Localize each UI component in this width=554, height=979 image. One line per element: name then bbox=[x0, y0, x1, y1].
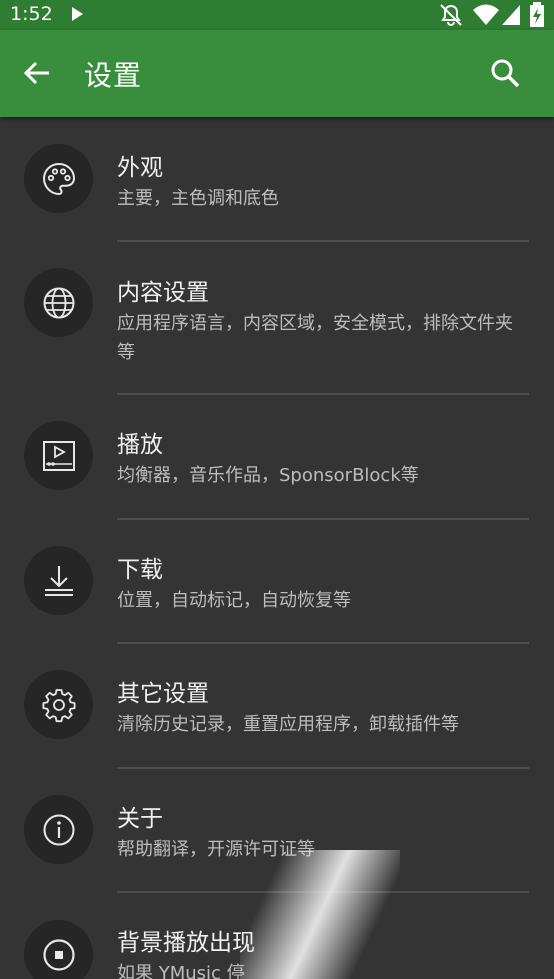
status-time: 1:52 bbox=[10, 3, 53, 25]
settings-item-other[interactable]: 其它设置 清除历史记录，重置应用程序，卸载插件等 bbox=[0, 644, 554, 768]
settings-item-background-playback[interactable]: 背景播放出现 如果 YMusic 停 bbox=[0, 893, 554, 979]
app-bar: 设置 bbox=[0, 30, 554, 117]
icon-container bbox=[24, 144, 93, 213]
status-bar: 1:52 bbox=[0, 0, 554, 30]
settings-item-subtitle: 主要，主色调和底色 bbox=[117, 188, 279, 209]
notifications-off-icon bbox=[440, 4, 462, 26]
search-button[interactable] bbox=[482, 50, 528, 96]
download-icon bbox=[44, 565, 73, 596]
icon-container bbox=[24, 268, 93, 337]
settings-item-title: 外观 bbox=[117, 155, 163, 181]
icon-container bbox=[24, 670, 93, 739]
wifi-icon bbox=[473, 4, 499, 25]
settings-item-playback[interactable]: 播放 均衡器，音乐作品，SponsorBlock等 bbox=[0, 395, 554, 519]
battery-charging-icon bbox=[530, 2, 544, 27]
stop-circle-icon bbox=[42, 938, 75, 971]
globe-icon bbox=[43, 287, 74, 318]
settings-item-appearance[interactable]: 外观 主要，主色调和底色 bbox=[0, 117, 554, 241]
playback-icon bbox=[42, 440, 75, 471]
settings-item-subtitle: 清除历史记录，重置应用程序，卸载插件等 bbox=[117, 714, 459, 735]
search-icon bbox=[491, 59, 520, 88]
arrow-back-icon bbox=[23, 61, 49, 85]
settings-item-title: 内容设置 bbox=[117, 280, 209, 306]
settings-item-subtitle: 均衡器，音乐作品，SponsorBlock等 bbox=[117, 465, 419, 486]
settings-item-subtitle: 如果 YMusic 停 bbox=[117, 963, 245, 979]
back-button[interactable] bbox=[14, 50, 60, 96]
page-title: 设置 bbox=[84, 59, 143, 92]
settings-item-content[interactable]: 内容设置 应用程序语言，内容区域，安全模式，排除文件夹等 bbox=[0, 242, 554, 394]
settings-item-about[interactable]: 关于 帮助翻译，开源许可证等 bbox=[0, 769, 554, 893]
icon-container bbox=[24, 920, 93, 979]
settings-item-title: 关于 bbox=[117, 806, 163, 832]
settings-item-subtitle: 位置，自动标记，自动恢复等 bbox=[117, 590, 351, 611]
settings-item-download[interactable]: 下载 位置，自动标记，自动恢复等 bbox=[0, 520, 554, 644]
cell-signal-icon bbox=[502, 5, 520, 25]
icon-container bbox=[24, 795, 93, 864]
info-icon bbox=[43, 814, 74, 845]
play-icon bbox=[72, 7, 83, 21]
settings-item-title: 下载 bbox=[117, 557, 163, 583]
settings-list: 外观 主要，主色调和底色 内容设置 应用程序语言，内容区域，安全模式，排除文件夹… bbox=[0, 117, 554, 979]
settings-item-subtitle: 应用程序语言，内容区域，安全模式，排除文件夹等 bbox=[117, 313, 513, 363]
settings-item-title: 播放 bbox=[117, 432, 163, 458]
palette-icon bbox=[42, 162, 75, 195]
settings-item-title: 其它设置 bbox=[117, 681, 209, 707]
settings-item-subtitle: 帮助翻译，开源许可证等 bbox=[117, 839, 315, 860]
settings-item-title: 背景播放出现 bbox=[117, 930, 255, 956]
icon-container bbox=[24, 546, 93, 615]
gear-icon bbox=[42, 688, 75, 722]
icon-container bbox=[24, 421, 93, 490]
